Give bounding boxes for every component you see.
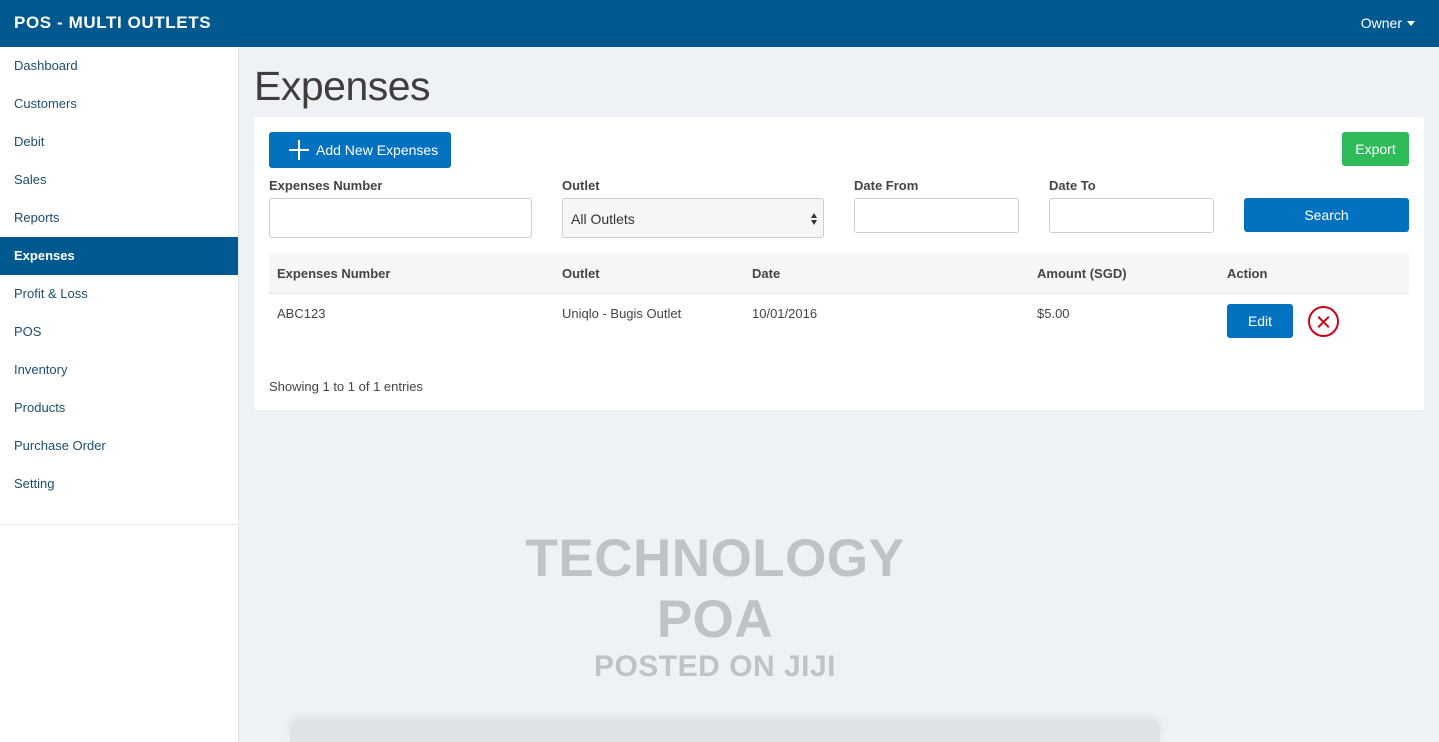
entries-info: Showing 1 to 1 of 1 entries (269, 379, 423, 394)
sidebar-item-sales[interactable]: Sales (0, 161, 238, 199)
table-row: ABC123 Uniqlo - Bugis Outlet 10/01/2016 … (269, 294, 1409, 348)
cell-amount: $5.00 (1037, 306, 1070, 321)
delete-icon[interactable] (1308, 306, 1339, 337)
plus-icon (289, 140, 309, 160)
user-menu[interactable]: Owner (1361, 15, 1415, 31)
sidebar-item-profit-loss[interactable]: Profit & Loss (0, 275, 238, 313)
page-title: Expenses (254, 63, 431, 109)
search-button[interactable]: Search (1244, 198, 1409, 232)
cell-date: 10/01/2016 (752, 306, 818, 321)
outlet-select-value: All Outlets (571, 211, 635, 227)
sidebar-item-products[interactable]: Products (0, 389, 238, 427)
date-from-input[interactable] (854, 198, 1019, 233)
watermark-main-text: TECHNOLOGY POA (525, 529, 905, 649)
add-expense-label: Add New Expenses (316, 142, 439, 158)
select-arrows-icon (811, 211, 818, 227)
watermark-sub-text: POSTED ON JIJI (593, 650, 837, 683)
expenses-number-input[interactable] (269, 198, 532, 238)
app-title[interactable]: POS - MULTI OUTLETS (14, 13, 211, 33)
column-header-action: Action (1227, 266, 1268, 281)
top-navbar: POS - MULTI OUTLETS Owner (0, 0, 1439, 47)
table-header: Expenses Number Outlet Date Amount (SGD)… (269, 253, 1409, 294)
sidebar-item-debit[interactable]: Debit (0, 123, 238, 161)
edit-button[interactable]: Edit (1227, 304, 1293, 338)
sidebar-item-reports[interactable]: Reports (0, 199, 238, 237)
sidebar-item-purchase-order[interactable]: Purchase Order (0, 427, 238, 465)
export-button[interactable]: Export (1342, 132, 1409, 166)
date-from-label: Date From (854, 178, 919, 193)
user-menu-label: Owner (1360, 15, 1402, 31)
watermark: TECHNOLOGY POA POSTED ON JIJI (475, 528, 955, 684)
column-header-outlet[interactable]: Outlet (562, 266, 600, 281)
outlet-select[interactable]: All Outlets (562, 198, 824, 238)
sidebar-nav: Dashboard Customers Debit Sales Reports … (0, 47, 238, 525)
bottom-edge-shadow (290, 722, 1160, 742)
sidebar-item-setting[interactable]: Setting (0, 465, 238, 503)
outlet-label: Outlet (562, 178, 600, 193)
cell-expenses-number: ABC123 (277, 306, 326, 321)
cell-outlet: Uniqlo - Bugis Outlet (562, 306, 682, 321)
column-header-amount[interactable]: Amount (SGD) (1037, 266, 1127, 281)
date-to-input[interactable] (1049, 198, 1214, 233)
sidebar: Dashboard Customers Debit Sales Reports … (0, 47, 239, 742)
column-header-date[interactable]: Date (752, 266, 780, 281)
expenses-number-label: Expenses Number (269, 178, 383, 193)
column-header-expenses-number[interactable]: Expenses Number (277, 266, 390, 281)
sidebar-item-pos[interactable]: POS (0, 313, 238, 351)
caret-down-icon (1407, 21, 1415, 26)
expenses-panel: Add New Expenses Export Expenses Number … (254, 117, 1424, 410)
sidebar-item-expenses[interactable]: Expenses (0, 237, 238, 275)
sidebar-item-dashboard[interactable]: Dashboard (0, 47, 238, 85)
sidebar-item-customers[interactable]: Customers (0, 85, 238, 123)
add-expense-button[interactable]: Add New Expenses (269, 132, 451, 168)
date-to-label: Date To (1049, 178, 1096, 193)
sidebar-item-inventory[interactable]: Inventory (0, 351, 238, 389)
